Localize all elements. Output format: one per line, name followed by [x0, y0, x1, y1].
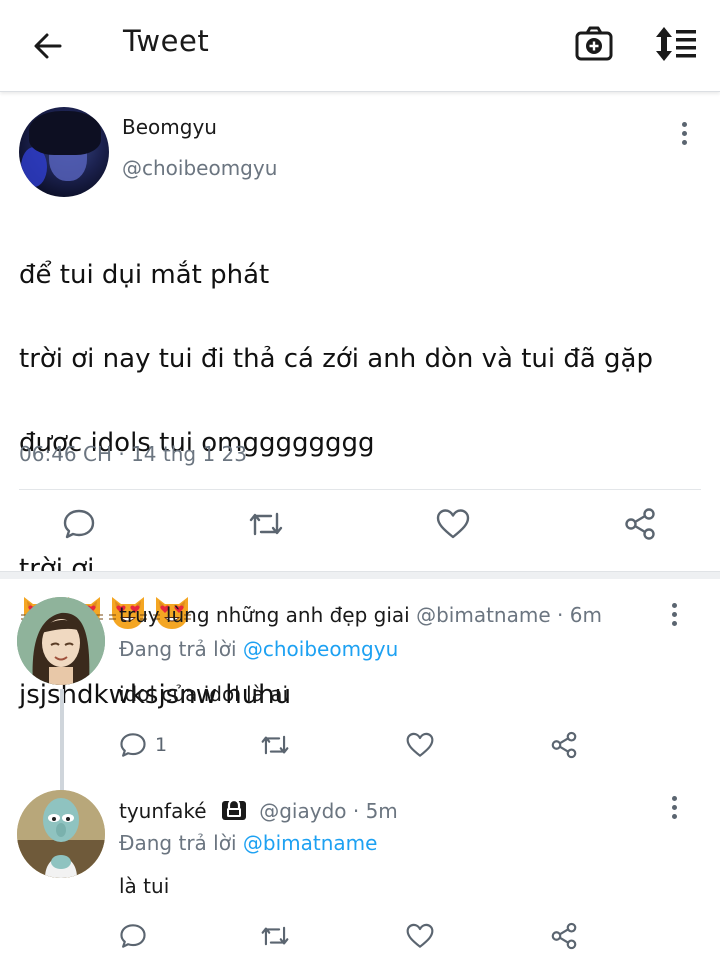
reply-count: 1 — [155, 734, 168, 756]
reply-text: là tui — [119, 874, 170, 898]
reply-button[interactable] — [59, 504, 99, 544]
more-options-button[interactable] — [664, 796, 684, 824]
sort-button[interactable] — [654, 24, 704, 66]
avatar[interactable] — [17, 790, 105, 878]
tweet-text: để tui dụi mắt phát trời ơi nay tui đi t… — [19, 212, 709, 758]
back-button[interactable] — [24, 26, 72, 66]
reply-author-handle[interactable]: @giaydo · 5m — [259, 799, 398, 823]
avatar[interactable] — [19, 107, 109, 197]
reply-header: tyunfaké @giaydo · 5m — [119, 797, 398, 826]
more-vertical-icon — [664, 796, 684, 819]
reply-button[interactable] — [119, 918, 147, 954]
avatar[interactable] — [17, 597, 105, 685]
camera-plus-icon — [575, 26, 613, 61]
replying-prefix: Đang trả lời — [119, 637, 237, 661]
replying-to: Đang trả lời @choibeomgyu — [119, 637, 398, 661]
section-divider — [0, 571, 720, 579]
reply-action-bar: 1 — [119, 727, 599, 763]
retweet-button[interactable] — [246, 504, 286, 544]
reply-button[interactable]: 1 — [119, 727, 167, 763]
avatar-hair — [29, 111, 101, 155]
more-vertical-icon — [672, 122, 696, 145]
like-icon — [406, 923, 434, 948]
author-handle[interactable]: @choibeomgyu — [122, 156, 277, 180]
like-icon — [436, 509, 470, 539]
reply-header: truy lùng những anh đẹp giai @bimatname … — [119, 603, 602, 627]
share-button[interactable] — [549, 918, 579, 954]
share-icon — [551, 731, 577, 759]
share-button[interactable] — [620, 504, 660, 544]
retweet-icon — [261, 735, 289, 755]
divider — [19, 489, 701, 490]
reply-icon — [120, 924, 146, 948]
like-button[interactable] — [405, 727, 435, 763]
camera-button[interactable] — [574, 24, 620, 66]
reply-text: idol của idol là ai — [119, 682, 289, 706]
top-app-bar: Tweet — [0, 0, 720, 92]
share-button[interactable] — [549, 727, 579, 763]
avatar-illustration — [17, 790, 105, 878]
reply-author-name[interactable]: tyunfaké — [119, 799, 207, 823]
retweet-button[interactable] — [259, 727, 291, 763]
replying-to-link[interactable]: @choibeomgyu — [243, 637, 398, 661]
more-options-button[interactable] — [672, 122, 696, 150]
replying-to: Đang trả lời @bimatname — [119, 831, 377, 855]
reply-author-handle[interactable]: @bimatname · 6m — [416, 603, 602, 627]
reply-icon — [63, 509, 95, 539]
replying-to-link[interactable]: @bimatname — [243, 831, 378, 855]
share-icon — [551, 922, 577, 950]
tweet-action-bar — [0, 504, 720, 559]
tweet-line: để tui dụi mắt phát — [19, 260, 270, 290]
tweet-line: trời ơi nay tui đi thả cá zới anh dòn và… — [19, 344, 653, 374]
retweet-icon — [261, 926, 289, 946]
page-title: Tweet — [123, 24, 210, 58]
like-icon — [406, 732, 434, 757]
more-vertical-icon — [664, 603, 684, 626]
retweet-button[interactable] — [259, 918, 291, 954]
like-button[interactable] — [405, 918, 435, 954]
avatar-illustration — [17, 597, 105, 685]
lock-icon — [221, 797, 247, 826]
thread-line — [60, 689, 64, 797]
sort-lines-icon — [656, 27, 696, 61]
author-name[interactable]: Beomgyu — [122, 115, 217, 139]
reply-author-name[interactable]: truy lùng những anh đẹp giai — [119, 603, 410, 627]
retweet-icon — [249, 512, 283, 536]
share-icon — [625, 508, 655, 540]
reply-icon — [120, 733, 146, 757]
reply-action-bar — [119, 918, 599, 954]
tweet-timestamp: 06:46 CH · 14 thg 1 23 — [19, 442, 247, 466]
replying-prefix: Đang trả lời — [119, 831, 237, 855]
more-options-button[interactable] — [664, 603, 684, 631]
arrow-left-icon — [34, 33, 62, 59]
like-button[interactable] — [433, 504, 473, 544]
